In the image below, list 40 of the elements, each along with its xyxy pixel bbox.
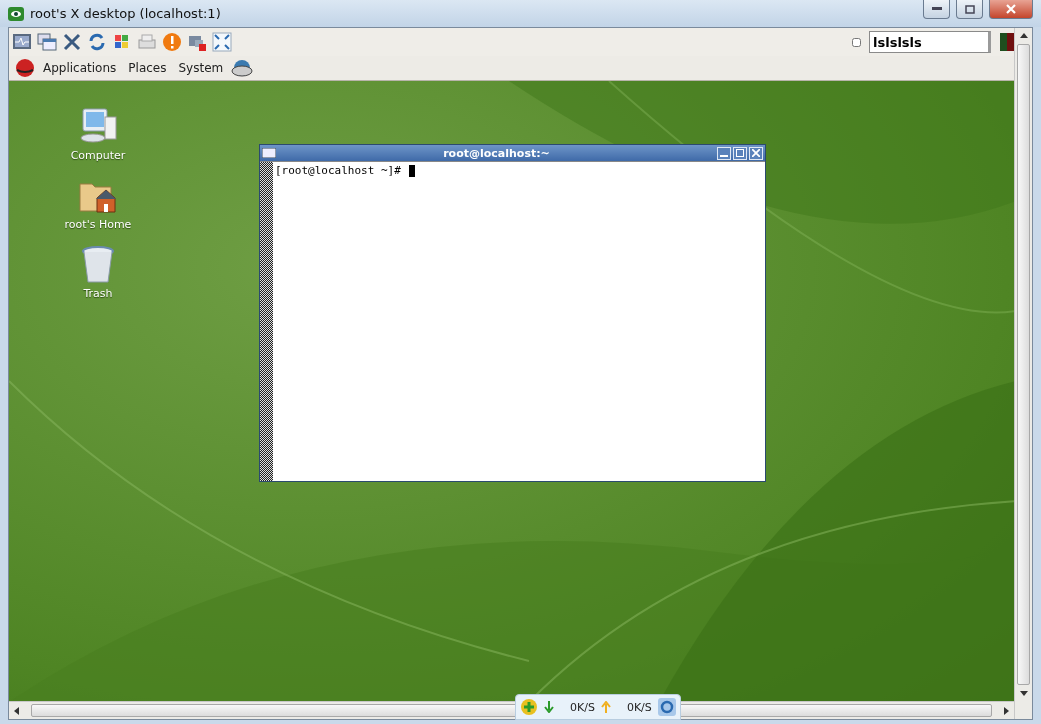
download-speed: 0K/S bbox=[570, 700, 595, 714]
terminal-scrollbar[interactable] bbox=[260, 162, 273, 481]
color-swatch-icon bbox=[1000, 33, 1014, 51]
windows-icon[interactable] bbox=[37, 32, 57, 52]
maximize-button[interactable] bbox=[956, 0, 983, 19]
close-icon bbox=[752, 149, 760, 157]
upload-speed: 0K/S bbox=[626, 700, 652, 714]
refresh-icon[interactable] bbox=[87, 32, 107, 52]
window-menu-icon[interactable] bbox=[262, 148, 276, 158]
terminal-title: root@localhost:~ bbox=[442, 146, 551, 160]
download-arrow-icon bbox=[544, 701, 554, 713]
checkbox-icon[interactable] bbox=[852, 37, 861, 47]
eye-icon bbox=[8, 6, 24, 21]
text-cursor bbox=[409, 165, 416, 177]
close-icon bbox=[1006, 4, 1016, 14]
icon-label[interactable]: Computer bbox=[70, 149, 126, 162]
scroll-up-icon[interactable] bbox=[1019, 32, 1028, 40]
fullscreen-icon[interactable] bbox=[212, 32, 232, 52]
text-field[interactable]: lslslsls bbox=[869, 31, 991, 53]
upload-arrow-icon bbox=[600, 701, 611, 713]
maximize-icon bbox=[964, 4, 975, 14]
maximize-icon bbox=[736, 149, 744, 157]
menu-item[interactable]: Places bbox=[124, 61, 171, 75]
monitor-icon[interactable] bbox=[12, 32, 32, 52]
alert-icon[interactable] bbox=[162, 32, 182, 52]
close-button[interactable] bbox=[989, 0, 1033, 19]
menu-item[interactable]: System bbox=[174, 61, 228, 75]
vertical-scrollbar-thumb[interactable] bbox=[1017, 44, 1030, 685]
scroll-left-icon[interactable] bbox=[13, 706, 21, 715]
terminal-prompt: [root@localhost ~]# bbox=[274, 163, 402, 179]
minimize-button[interactable] bbox=[923, 0, 950, 19]
browser-icon bbox=[657, 698, 676, 716]
trash-icon bbox=[80, 245, 116, 285]
icon-label[interactable]: root's Home bbox=[64, 218, 132, 231]
scroll-right-icon[interactable] bbox=[1002, 706, 1010, 715]
minimize-icon bbox=[931, 7, 942, 11]
scroll-down-icon[interactable] bbox=[1019, 689, 1028, 697]
icon-label[interactable]: Trash bbox=[83, 287, 113, 300]
window-title: root's X desktop (localhost:1) bbox=[30, 6, 221, 21]
menu-item[interactable]: Applications bbox=[39, 61, 121, 75]
